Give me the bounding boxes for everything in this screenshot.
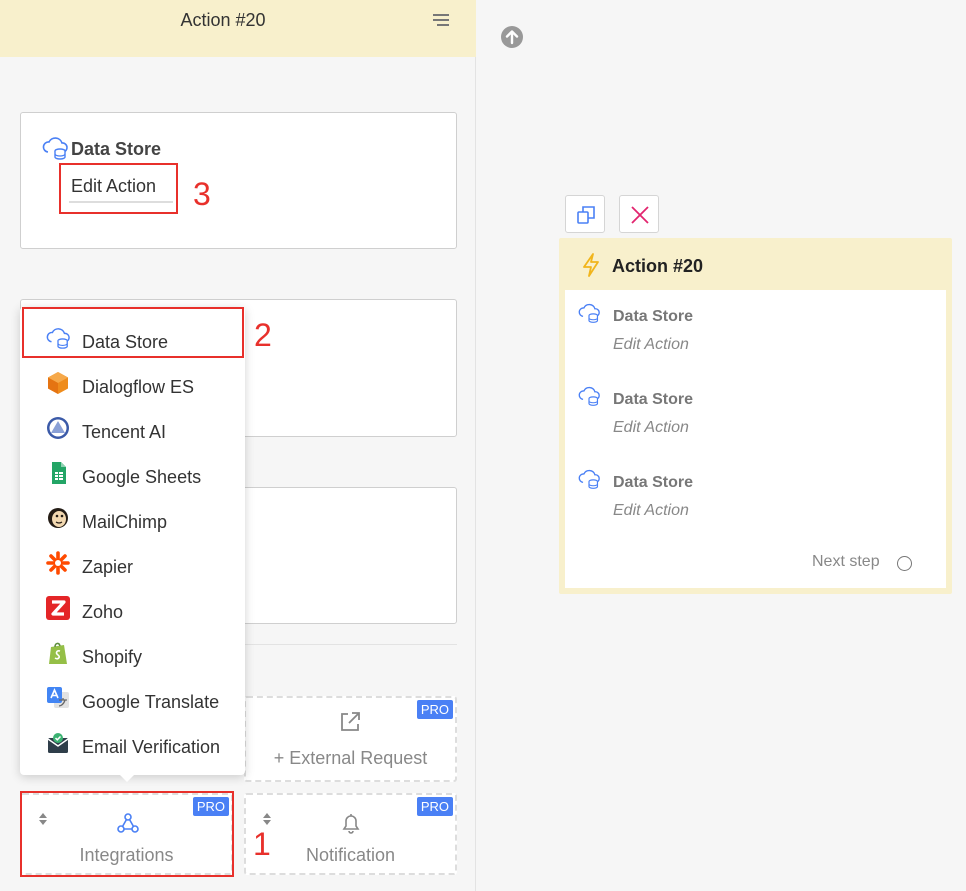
data-store-icon — [578, 303, 600, 323]
node-step-title: Data Store — [613, 391, 694, 408]
zoho-icon — [46, 596, 70, 620]
dropdown-item-label: MailChimp — [82, 512, 168, 532]
dropdown-item-label: Tencent AI — [82, 422, 167, 442]
tile-label: Notification — [305, 845, 396, 865]
data-store-icon — [42, 137, 68, 160]
node-body: Data Store Edit Action Data Store Edit A… — [565, 290, 946, 588]
dropdown-item-google-sheets[interactable]: Google Sheets — [20, 450, 245, 495]
duplicate-button[interactable] — [565, 195, 605, 233]
zapier-icon — [46, 551, 70, 575]
panel-title: Action #20 — [180, 10, 266, 30]
notification-tile[interactable]: PRO Notification — [244, 793, 457, 875]
node-step-subtitle: Edit Action — [613, 336, 689, 353]
node-title: Action #20 — [612, 256, 704, 276]
node-step-title: Data Store — [613, 308, 694, 325]
action-node[interactable]: Action #20 Data Store Edit Action Data S… — [559, 238, 952, 594]
sort-handle-icon[interactable] — [262, 811, 272, 827]
copy-icon — [577, 206, 595, 224]
dropdown-item-label: Google Sheets — [82, 467, 202, 487]
node-step[interactable]: Data Store Edit Action — [565, 373, 946, 443]
tile-label: + External Request — [273, 748, 428, 768]
annotation-box-2 — [22, 307, 244, 358]
external-request-tile[interactable]: PRO + External Request — [244, 696, 457, 782]
email-verification-icon — [47, 733, 69, 753]
dropdown-item-email-verification[interactable]: Email Verification — [20, 720, 245, 765]
arrow-up-circle-icon[interactable] — [500, 25, 524, 49]
close-icon — [631, 206, 649, 224]
dialogflow-icon — [48, 372, 68, 394]
card-title: Data Store — [71, 139, 162, 159]
dropdown-item-tencent-ai[interactable]: Tencent AI — [20, 405, 245, 450]
dropdown-pointer — [119, 774, 135, 782]
bell-icon — [342, 814, 360, 834]
dropdown-item-zapier[interactable]: Zapier — [20, 540, 245, 585]
node-step-subtitle: Edit Action — [613, 502, 689, 519]
dropdown-item-shopify[interactable]: Shopify — [20, 630, 245, 675]
mailchimp-icon — [48, 508, 68, 528]
annotation-number-3: 3 — [193, 176, 211, 212]
annotation-box-3 — [59, 163, 178, 214]
tencent-icon — [47, 417, 69, 439]
next-step-label: Next step — [812, 553, 880, 570]
dropdown-item-label: Zoho — [82, 602, 124, 622]
dropdown-item-google-translate[interactable]: Google Translate — [20, 675, 245, 720]
dropdown-item-label: Google Translate — [82, 692, 220, 712]
node-step-title: Data Store — [613, 474, 694, 491]
panel-header: Action #20 — [0, 0, 476, 57]
dropdown-item-label: Email Verification — [82, 737, 221, 757]
delete-button[interactable] — [619, 195, 659, 233]
menu-icon[interactable] — [432, 12, 450, 28]
annotation-box-1 — [20, 791, 234, 877]
data-store-icon — [578, 386, 600, 406]
pro-badge: PRO — [416, 700, 453, 719]
pro-badge: PRO — [416, 797, 453, 816]
dropdown-item-label: Dialogflow ES — [82, 377, 195, 397]
dropdown-item-dialogflow[interactable]: Dialogflow ES — [20, 360, 245, 405]
data-store-icon — [578, 469, 600, 489]
external-link-icon — [341, 712, 360, 731]
node-step[interactable]: Data Store Edit Action — [565, 290, 946, 360]
integrations-dropdown: Data Store Dialogflow ES Tencent AI Goog… — [20, 307, 245, 775]
lightning-bolt-icon — [583, 253, 599, 277]
google-sheets-icon — [52, 462, 66, 484]
google-translate-icon — [47, 687, 69, 708]
node-step[interactable]: Data Store Edit Action — [565, 456, 946, 526]
annotation-number-1: 1 — [253, 826, 271, 862]
dropdown-item-label: Zapier — [82, 557, 134, 577]
dropdown-item-mailchimp[interactable]: MailChimp — [20, 495, 245, 540]
shopify-icon — [49, 642, 67, 664]
dropdown-item-label: Shopify — [82, 647, 143, 667]
dropdown-item-zoho[interactable]: Zoho — [20, 585, 245, 630]
node-step-subtitle: Edit Action — [613, 419, 689, 436]
annotation-number-2: 2 — [254, 317, 272, 353]
next-step-connector[interactable] — [897, 556, 912, 571]
